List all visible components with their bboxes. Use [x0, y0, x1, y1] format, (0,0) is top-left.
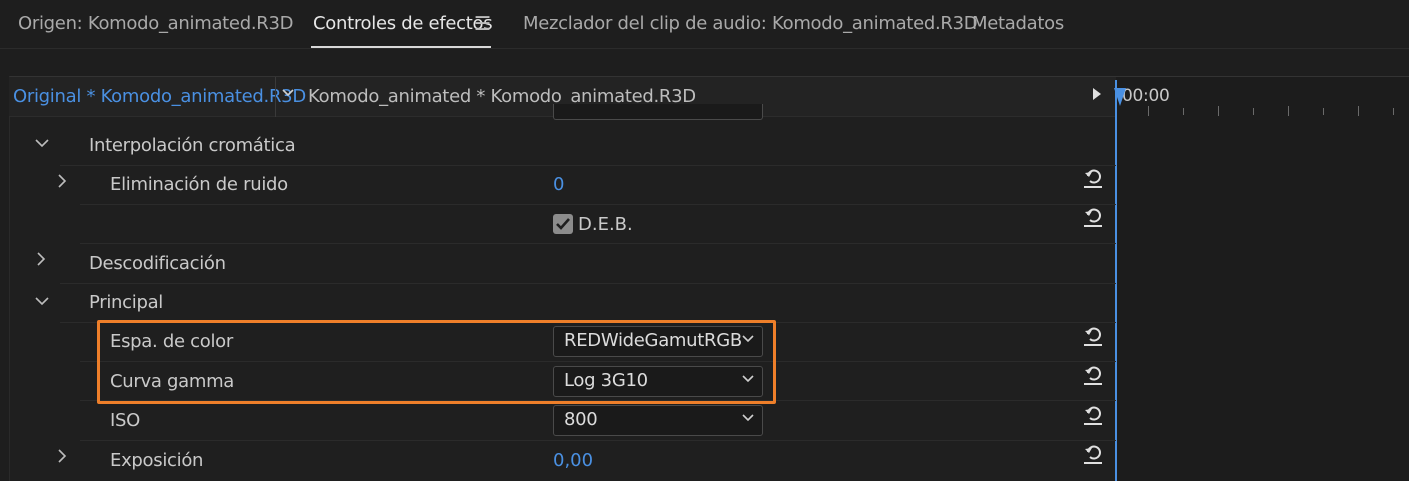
row-exposicion [80, 441, 1116, 481]
timecode-readout: 00:00 [1122, 86, 1170, 106]
param-eliminacion-label: Eliminación de ruido [110, 174, 288, 195]
reset-icon[interactable] [1083, 443, 1103, 465]
master-clip-link[interactable]: Original * Komodo_animated.R3D [13, 86, 306, 107]
deb-label: D.E.B. [578, 214, 633, 235]
param-exposicion-value[interactable]: 0,00 [553, 450, 593, 471]
chevron-down-icon[interactable] [35, 292, 49, 310]
row-principal [60, 284, 1116, 323]
reset-icon[interactable] [1083, 364, 1103, 386]
iso-dropdown[interactable]: 800 [553, 405, 763, 436]
chevron-right-icon[interactable] [36, 252, 46, 270]
reset-icon[interactable] [1083, 206, 1103, 228]
highlight-annotation [97, 320, 776, 404]
tab-audio-clip-mixer[interactable]: Mezclador del clip de audio: Komodo_anim… [523, 13, 978, 34]
tabbar-divider [0, 48, 1409, 49]
chevron-right-icon[interactable] [57, 174, 67, 192]
chevron-down-icon[interactable] [35, 134, 49, 152]
timeline-tick [1183, 108, 1184, 115]
chevron-right-icon[interactable] [57, 449, 67, 467]
panel-tab-bar: Origen: Komodo_animated.R3D Controles de… [0, 0, 1409, 50]
tab-source[interactable]: Origen: Komodo_animated.R3D [18, 13, 293, 34]
timeline-tick [1358, 106, 1359, 116]
param-eliminacion-value[interactable]: 0 [553, 174, 564, 195]
source-separator [275, 77, 276, 117]
deb-checkbox[interactable] [553, 214, 573, 234]
mini-timeline[interactable] [1116, 77, 1409, 481]
chevron-down-icon[interactable] [282, 87, 294, 103]
panel-menu-icon[interactable]: ☰ [474, 13, 491, 35]
playhead-handle[interactable] [1114, 88, 1126, 106]
timeline-tick [1148, 106, 1149, 116]
section-principal-label: Principal [89, 292, 164, 313]
param-exposicion-label: Exposición [110, 450, 204, 471]
timeline-tick [1218, 106, 1219, 116]
reset-icon[interactable] [1083, 167, 1103, 189]
play-triangle-icon[interactable] [1092, 87, 1102, 105]
timeline-tick [1323, 108, 1324, 115]
tab-metadata[interactable]: Metadatos [972, 13, 1064, 34]
param-iso-label: ISO [110, 410, 141, 431]
timeline-tick [1253, 108, 1254, 115]
timeline-tick [1393, 108, 1394, 115]
chevron-down-icon [742, 411, 754, 426]
section-interpolacion-label: Interpolación cromática [89, 135, 296, 156]
reset-icon[interactable] [1083, 325, 1103, 347]
partial-dropdown[interactable] [553, 104, 763, 120]
section-descodificacion-label: Descodificación [89, 253, 226, 274]
tab-effect-controls[interactable]: Controles de efectos [313, 13, 493, 34]
timeline-tick [1288, 106, 1289, 116]
iso-value: 800 [564, 409, 598, 430]
reset-icon[interactable] [1083, 404, 1103, 426]
